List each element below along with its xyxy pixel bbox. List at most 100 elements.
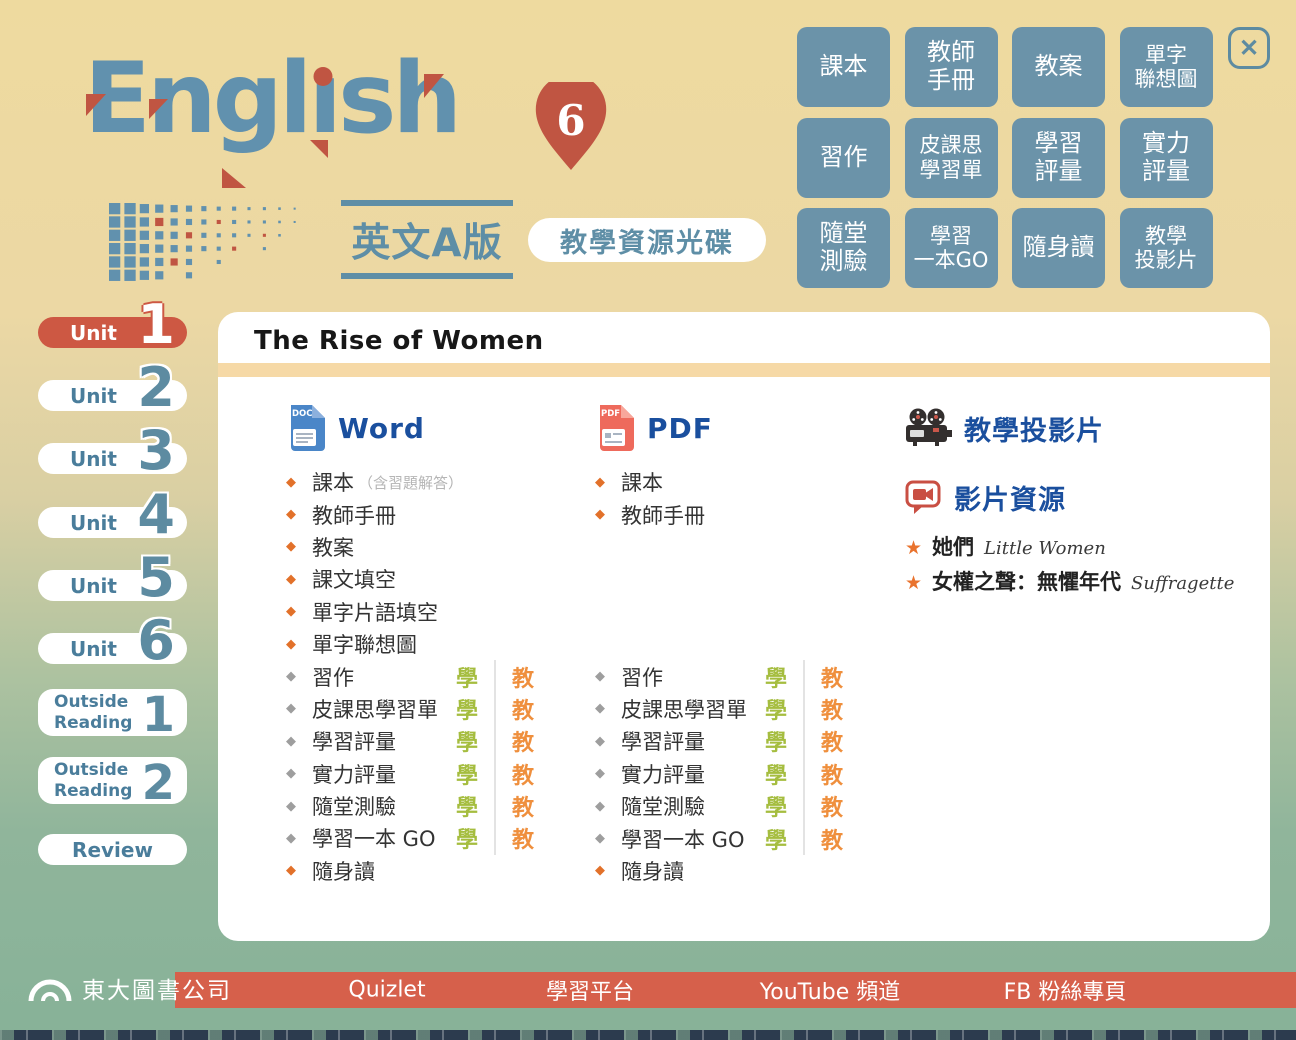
menu-quiz-button[interactable]: 隨堂測驗 <box>797 208 890 288</box>
resource-link[interactable]: 隨身讀 <box>312 856 375 886</box>
menu-workbook-button[interactable]: 習作 <box>797 118 890 198</box>
divider <box>494 660 496 692</box>
list-item: ◆學習一本 GO學教 <box>286 822 586 854</box>
student-version-link[interactable]: 學 <box>753 725 799 757</box>
student-version-link[interactable]: 學 <box>444 661 490 693</box>
video-item[interactable]: ★ 女權之聲：無懼年代 Suffragette <box>905 566 1234 601</box>
menu-word-map-button[interactable]: 單字聯想圖 <box>1120 27 1213 107</box>
sidebar-unit-2[interactable]: Unit 2 <box>38 380 187 411</box>
sidebar-review[interactable]: Review <box>38 834 187 865</box>
resource-label: 學習評量 <box>621 726 753 756</box>
footer-link-quizlet[interactable]: Quizlet <box>348 978 425 1003</box>
level-pin: 6 <box>535 82 607 170</box>
publisher-name: 東大圖書公司 <box>82 971 232 1005</box>
resource-link[interactable]: 教師手冊 <box>312 500 396 530</box>
disc-title: 教學資源光碟 <box>528 218 766 262</box>
menu-pirls-worksheet-button[interactable]: 皮課思學習單 <box>905 118 998 198</box>
sidebar-unit-4[interactable]: Unit 4 <box>38 507 187 538</box>
student-version-link[interactable]: 學 <box>753 661 799 693</box>
list-spacer <box>595 531 895 661</box>
resource-link[interactable]: 課本 <box>312 467 354 497</box>
teacher-version-link[interactable]: 教 <box>809 823 855 855</box>
list-item: ◆教案 <box>286 531 586 563</box>
menu-teacher-manual-button[interactable]: 教師手冊 <box>905 27 998 107</box>
footer-link-youtube[interactable]: YouTube 頻道 <box>760 974 900 1006</box>
teacher-version-link[interactable]: 教 <box>500 758 546 790</box>
resource-label: 實力評量 <box>621 759 753 789</box>
resource-menu: 課本 教師手冊 教案 單字聯想圖 習作 皮課思學習單 學習評量 實力評量 隨堂測… <box>797 27 1213 288</box>
diamond-bullet-icon: ◆ <box>595 863 621 878</box>
diamond-bullet-icon: ◆ <box>286 572 312 587</box>
student-version-link[interactable]: 學 <box>753 758 799 790</box>
diamond-bullet-icon: ◆ <box>286 831 312 846</box>
sidebar-outside-reading-1[interactable]: OutsideReading 1 <box>38 689 187 736</box>
teacher-version-link[interactable]: 教 <box>500 693 546 725</box>
divider <box>803 790 805 822</box>
footer-link-facebook[interactable]: FB 粉絲專頁 <box>1004 974 1127 1006</box>
student-version-link[interactable]: 學 <box>444 758 490 790</box>
menu-pocket-reader-button[interactable]: 隨身讀 <box>1012 208 1105 288</box>
student-version-link[interactable]: 學 <box>444 822 490 854</box>
sidebar-unit-1[interactable]: Unit 1 <box>38 317 187 348</box>
pdf-column-header: PDF <box>647 412 713 445</box>
resource-link[interactable]: 教師手冊 <box>621 500 705 530</box>
menu-ability-assessment-button[interactable]: 實力評量 <box>1120 118 1213 198</box>
sidebar-unit-5[interactable]: Unit 5 <box>38 570 187 601</box>
app-window: Englısh 6 英文A版 教學資源光碟 課本 教師手冊 教案 單字聯想圖 習… <box>0 0 1296 1040</box>
resource-link[interactable]: 隨身讀 <box>621 856 684 886</box>
video-resources-header-row: 影片資源 <box>905 478 1234 517</box>
teacher-version-link[interactable]: 教 <box>500 661 546 693</box>
pdf-column: PDF PDF ◆課本 ◆教師手冊 ◆習作學教 ◆皮課思學習單學教 ◆學習評量學… <box>595 400 895 887</box>
list-item: ◆隨身讀 <box>286 855 586 887</box>
sidebar-outside-reading-2[interactable]: OutsideReading 2 <box>38 757 187 804</box>
menu-study-go-button[interactable]: 學習一本GO <box>905 208 998 288</box>
student-version-link[interactable]: 學 <box>753 823 799 855</box>
resource-link[interactable]: 單字片語填空 <box>312 597 438 627</box>
student-version-link[interactable]: 學 <box>444 725 490 757</box>
student-version-link[interactable]: 學 <box>444 693 490 725</box>
divider <box>494 725 496 757</box>
diamond-bullet-icon: ◆ <box>286 701 312 716</box>
teacher-version-link[interactable]: 教 <box>500 822 546 854</box>
title-underline <box>218 363 1270 377</box>
menu-teaching-slides-button[interactable]: 教學投影片 <box>1120 208 1213 288</box>
list-item: ◆教師手冊 <box>286 498 586 530</box>
teaching-slides-header-row[interactable]: 教學投影片 <box>905 408 1234 448</box>
teacher-version-link[interactable]: 教 <box>809 758 855 790</box>
resource-link[interactable]: 課本 <box>621 467 663 497</box>
diamond-bullet-icon: ◆ <box>286 799 312 814</box>
diamond-bullet-icon: ◆ <box>595 831 621 846</box>
teacher-version-link[interactable]: 教 <box>809 790 855 822</box>
teacher-version-link[interactable]: 教 <box>500 725 546 757</box>
diamond-bullet-icon: ◆ <box>286 766 312 781</box>
resource-label: 學習一本 GO <box>621 824 753 854</box>
teacher-version-link[interactable]: 教 <box>809 725 855 757</box>
menu-learning-assessment-button[interactable]: 學習評量 <box>1012 118 1105 198</box>
footer-link-learning-platform[interactable]: 學習平台 <box>546 974 634 1006</box>
teacher-version-link[interactable]: 教 <box>500 790 546 822</box>
close-button[interactable]: ✕ <box>1228 27 1270 69</box>
resource-link[interactable]: 課文填空 <box>312 564 396 594</box>
student-version-link[interactable]: 學 <box>753 790 799 822</box>
student-version-link[interactable]: 學 <box>444 790 490 822</box>
list-item: ◆隨身讀 <box>595 855 895 887</box>
student-version-link[interactable]: 學 <box>753 693 799 725</box>
sidebar-unit-6[interactable]: Unit 6 <box>38 633 187 664</box>
list-item: ◆教師手冊 <box>595 498 895 530</box>
unit-content-card: The Rise of Women DOC Word ◆課本（含習題解答） ◆教… <box>218 312 1270 941</box>
resource-label: 習作 <box>621 662 753 692</box>
resource-label: 隨堂測驗 <box>621 791 753 821</box>
resource-link[interactable]: 單字聯想圖 <box>312 629 417 659</box>
teacher-version-link[interactable]: 教 <box>809 661 855 693</box>
word-column: DOC Word ◆課本（含習題解答） ◆教師手冊 ◆教案 ◆課文填空 ◆單字片… <box>286 400 586 887</box>
menu-lesson-plan-button[interactable]: 教案 <box>1012 27 1105 107</box>
menu-textbook-button[interactable]: 課本 <box>797 27 890 107</box>
video-item[interactable]: ★ 她們 Little Women <box>905 531 1234 566</box>
publisher-logo[interactable]: 東大圖書公司 <box>28 971 232 1005</box>
sidebar-unit-3[interactable]: Unit 3 <box>38 443 187 474</box>
resource-label: 皮課思學習單 <box>621 694 753 724</box>
resource-link[interactable]: 教案 <box>312 532 354 562</box>
resource-note: （含習題解答） <box>358 472 463 493</box>
teacher-version-link[interactable]: 教 <box>809 693 855 725</box>
divider <box>494 758 496 790</box>
